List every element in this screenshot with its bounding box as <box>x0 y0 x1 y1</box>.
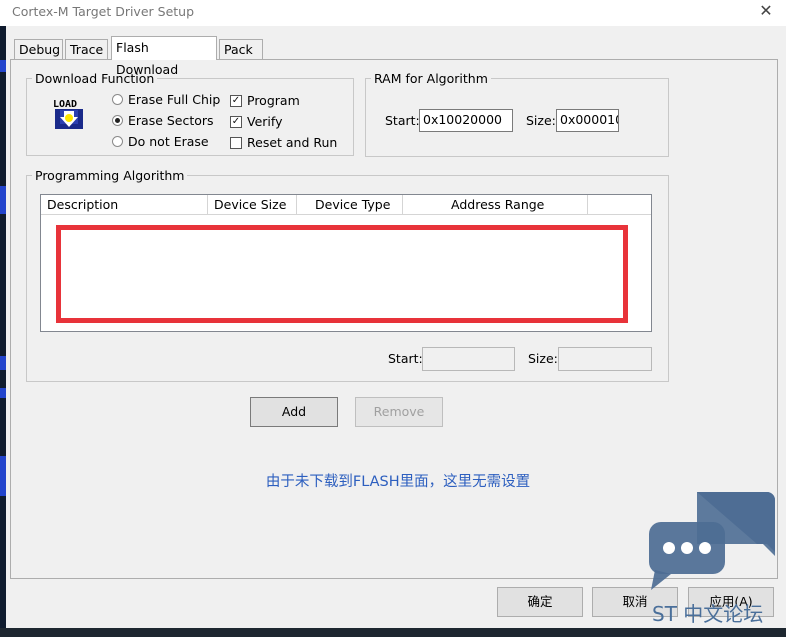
algo-start-input[interactable] <box>422 347 515 371</box>
algo-size-label: Size: <box>528 351 558 366</box>
program-checkbox[interactable]: ✓ <box>230 95 242 107</box>
ram-start-input[interactable]: 0x10020000 <box>419 109 513 132</box>
background-window-edge <box>0 26 6 637</box>
tab-trace[interactable]: Trace <box>65 39 108 59</box>
chat-bubble-icon <box>645 490 777 594</box>
ram-for-algorithm-label: RAM for Algorithm <box>371 71 491 86</box>
ram-start-label: Start: <box>385 113 420 128</box>
tab-pack[interactable]: Pack <box>219 39 263 59</box>
ram-size-input[interactable]: 0x000010 <box>556 109 619 132</box>
program-label: Program <box>247 93 300 108</box>
ram-size-label: Size: <box>526 113 556 128</box>
do-not-erase-radio[interactable] <box>112 136 123 147</box>
watermark-text: ST 中文论坛 <box>652 602 764 626</box>
column-description[interactable]: Description <box>41 195 208 215</box>
annotation-note: 由于未下载到FLASH里面，这里无需设置 <box>265 474 531 490</box>
load-icon: LOAD <box>52 97 86 131</box>
remove-button[interactable]: Remove <box>355 397 443 427</box>
erase-full-chip-label: Erase Full Chip <box>128 92 221 107</box>
erase-sectors-label: Erase Sectors <box>128 113 214 128</box>
erase-full-chip-radio[interactable] <box>112 94 123 105</box>
window-title: Cortex-M Target Driver Setup <box>12 4 195 19</box>
reset-and-run-checkbox[interactable] <box>230 137 242 149</box>
column-device-size[interactable]: Device Size <box>208 195 297 215</box>
column-device-type[interactable]: Device Type <box>297 195 403 215</box>
verify-label: Verify <box>247 114 283 129</box>
ok-button[interactable]: 确定 <box>497 587 583 617</box>
programming-algorithm-label: Programming Algorithm <box>32 168 188 183</box>
algo-start-label: Start: <box>388 351 423 366</box>
algo-size-input[interactable] <box>558 347 652 371</box>
svg-text:LOAD: LOAD <box>53 99 77 110</box>
erase-sectors-radio[interactable] <box>112 115 123 126</box>
tab-debug[interactable]: Debug <box>14 39 63 59</box>
reset-and-run-label: Reset and Run <box>247 135 338 150</box>
tab-flash-download[interactable]: Flash Download <box>111 36 217 77</box>
verify-checkbox[interactable]: ✓ <box>230 116 242 128</box>
column-filler <box>588 195 651 215</box>
close-icon[interactable]: ✕ <box>758 2 774 20</box>
highlight-annotation-box <box>56 225 628 323</box>
background-taskbar-edge <box>0 628 786 637</box>
do-not-erase-label: Do not Erase <box>128 134 209 149</box>
add-button[interactable]: Add <box>250 397 338 427</box>
column-address-range[interactable]: Address Range <box>403 195 588 215</box>
